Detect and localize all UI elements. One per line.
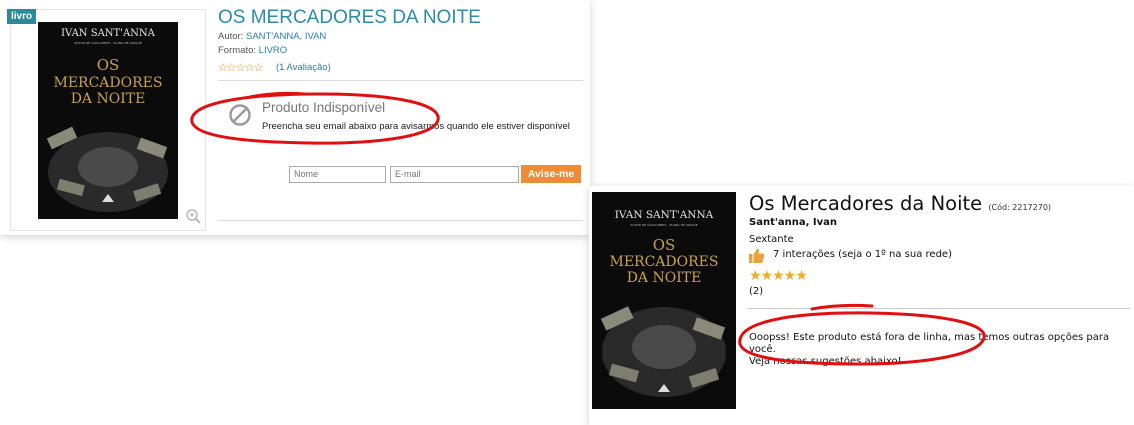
rating-stars[interactable]: ☆☆☆☆☆ — [218, 61, 263, 74]
category-badge: livro — [7, 9, 37, 24]
divider — [218, 80, 583, 81]
format-label: Formato: — [218, 45, 259, 56]
cover-tagline: AUTOR DE CAIXA-PRETA · PLANO DE ATAQUE — [630, 223, 697, 227]
notify-text: Preencha seu email abaixo para avisarmos… — [262, 121, 570, 132]
thumbs-up-icon[interactable] — [749, 248, 765, 263]
divider-bottom — [218, 220, 583, 221]
cover-title-1: OS — [653, 236, 676, 254]
author-link[interactable]: SANT'ANNA, IVAN — [246, 31, 326, 42]
book-cover-image: IVAN SANT'ANNA AUTOR DE CAIXA-PRETA · PL… — [38, 22, 178, 219]
cover-author: IVAN SANT'ANNA — [615, 209, 714, 221]
out-of-stock-message: Ooopss! Este produto está fora de linha,… — [749, 332, 1134, 368]
cover-title-2: MERCADORES — [54, 75, 163, 91]
product-image-box[interactable]: IVAN SANT'ANNA AUTOR DE CAIXA-PRETA · PL… — [10, 9, 206, 231]
rating-count[interactable]: (2) — [749, 286, 763, 297]
notify-button[interactable]: Avise-me — [521, 165, 581, 183]
product-title: Os Mercadores da Noite (Cód: 2217270) — [749, 192, 1051, 215]
email-input[interactable] — [390, 166, 519, 183]
book-cover-image[interactable]: IVAN SANT'ANNA AUTOR DE CAIXA-PRETA · PL… — [592, 192, 736, 409]
cover-tagline: AUTOR DE CAIXA-PRETA · PLANO DE ATAQUE — [74, 41, 141, 45]
unavailable-heading: Produto Indisponível — [262, 100, 386, 115]
divider — [747, 308, 1130, 309]
name-input[interactable] — [289, 166, 386, 183]
author-line: Autor: SANT'ANNA, IVAN — [218, 31, 326, 42]
cover-title-1: OS — [97, 56, 120, 74]
out-of-stock-line-1: Ooopss! Este produto está fora de linha,… — [749, 332, 1110, 355]
product-title-text: Os Mercadores da Noite — [749, 192, 983, 215]
format-link[interactable]: LIVRO — [259, 45, 288, 56]
unavailable-icon — [229, 104, 251, 126]
publisher-link[interactable]: Sextante — [749, 234, 794, 245]
author-label: Autor: — [218, 31, 246, 42]
cover-title-2: MERCADORES — [610, 254, 719, 270]
rating-stars[interactable]: ★★★★★ — [749, 267, 808, 284]
author-link[interactable]: Sant'anna, Ivan — [749, 217, 837, 228]
cover-title-3: DA NOITE — [627, 270, 702, 286]
interactions-text[interactable]: 7 interações (seja o 1º na sua rede) — [773, 249, 952, 260]
product-panel-new: IVAN SANT'ANNA AUTOR DE CAIXA-PRETA · PL… — [589, 186, 1134, 425]
cover-author: IVAN SANT'ANNA — [61, 28, 156, 39]
format-line: Formato: LIVRO — [218, 45, 287, 56]
product-code: (Cód: 2217270) — [988, 203, 1052, 212]
zoom-icon[interactable] — [185, 208, 201, 224]
product-title: OS MERCADORES DA NOITE — [218, 7, 481, 28]
rating-link[interactable]: (1 Avaliação) — [276, 62, 331, 73]
product-panel-old: IVAN SANT'ANNA AUTOR DE CAIXA-PRETA · PL… — [0, 0, 590, 235]
cover-title-3: DA NOITE — [71, 91, 146, 107]
out-of-stock-line-2: Veja nossas sugestões abaixo! — [749, 356, 902, 367]
